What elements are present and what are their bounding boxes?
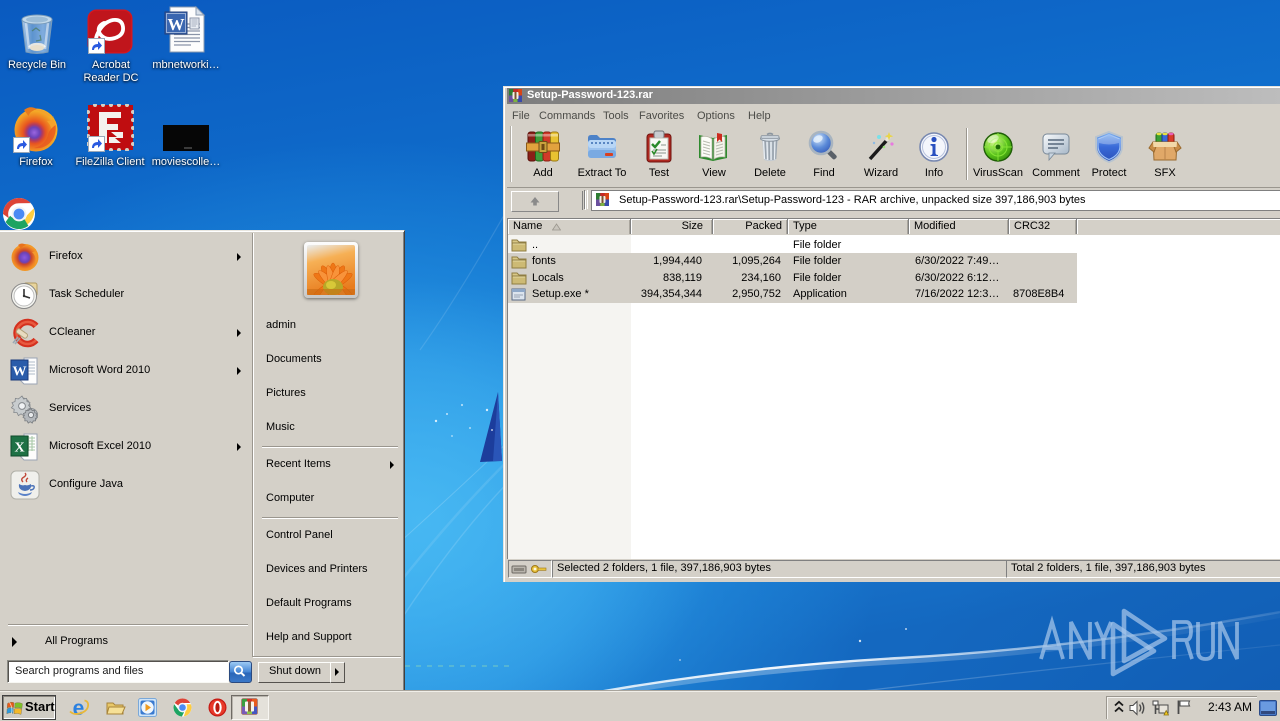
- svg-text:W: W: [13, 365, 27, 380]
- svg-text:W: W: [168, 15, 185, 34]
- svg-text:X: X: [14, 441, 24, 456]
- svg-text:e: e: [73, 698, 85, 718]
